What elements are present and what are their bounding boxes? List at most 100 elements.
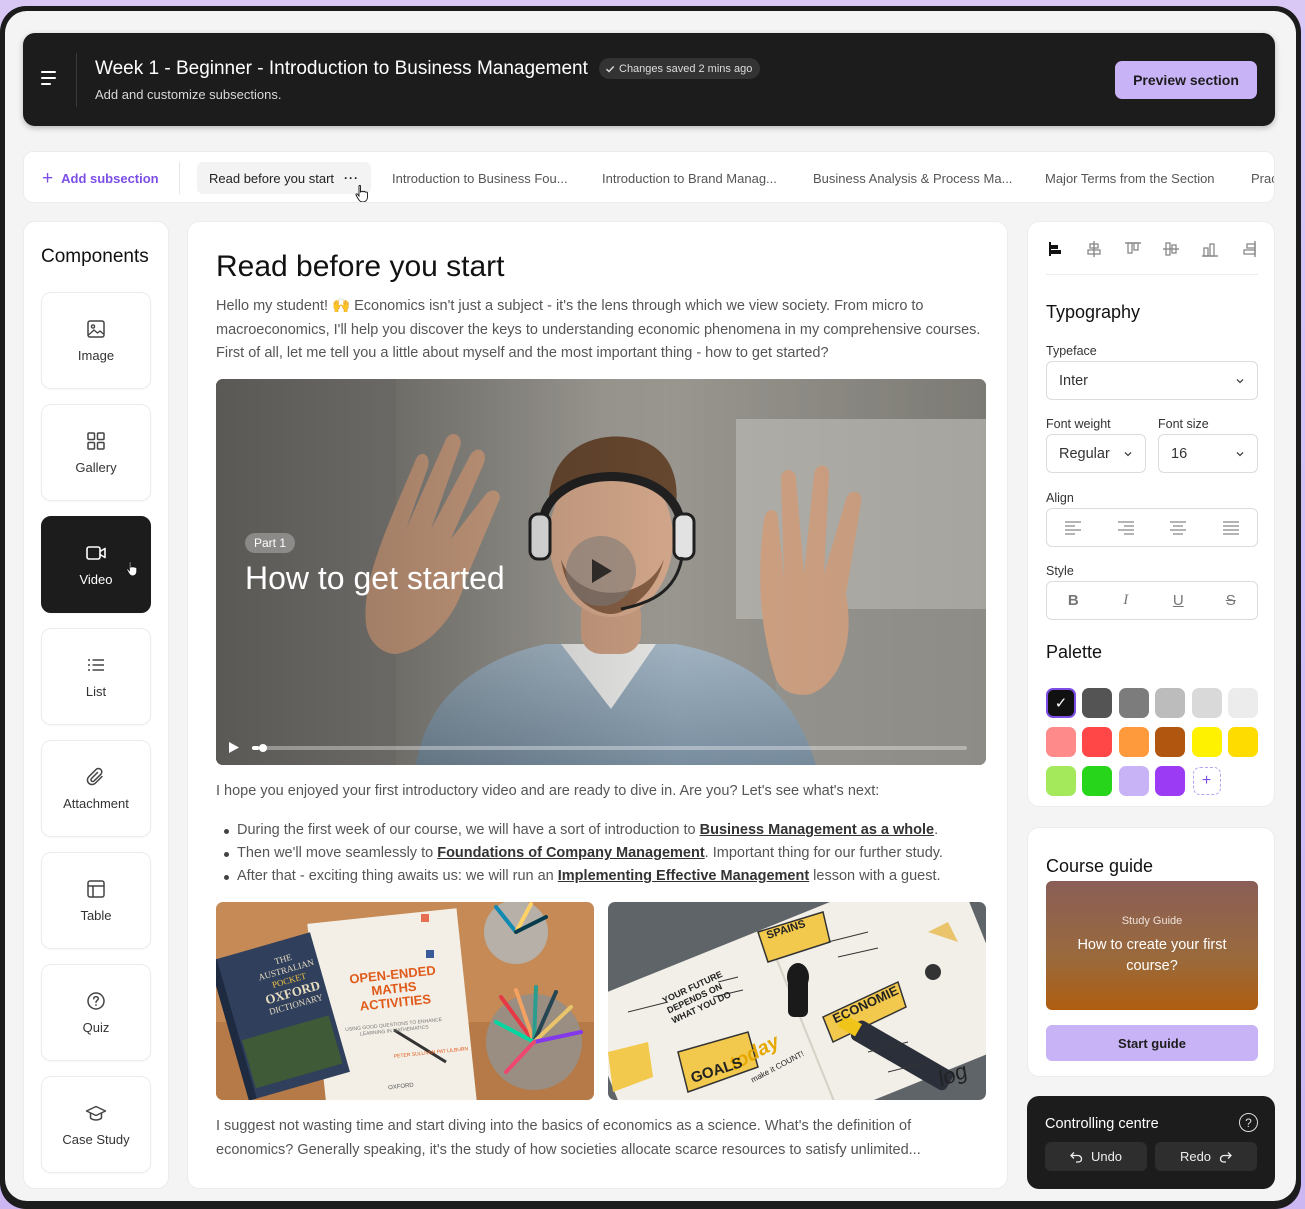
controlling-centre-title: Controlling centre bbox=[1045, 1116, 1159, 1132]
section-heading[interactable]: Read before you start bbox=[216, 250, 505, 284]
chevron-down-icon bbox=[1124, 451, 1132, 456]
hamburger-menu-icon[interactable] bbox=[37, 63, 67, 93]
tab-business-analysis[interactable]: Business Analysis & Process Ma... bbox=[813, 162, 1012, 194]
undo-button[interactable]: Undo bbox=[1045, 1142, 1147, 1171]
after-video-paragraph[interactable]: I hope you enjoyed your first introducto… bbox=[216, 780, 986, 804]
text-align-center-icon[interactable] bbox=[1169, 520, 1187, 535]
tab-read-before-you-start[interactable]: Read before you start ··· bbox=[197, 162, 372, 194]
component-list[interactable]: List bbox=[41, 628, 151, 725]
hand-cursor-icon bbox=[355, 185, 368, 202]
font-size-label: Font size bbox=[1158, 417, 1209, 431]
component-attachment[interactable]: Attachment bbox=[41, 740, 151, 837]
list-item[interactable]: During the first week of our course, we … bbox=[221, 819, 943, 842]
component-table[interactable]: Table bbox=[41, 852, 151, 949]
link-foundations-company[interactable]: Foundations of Company Management bbox=[437, 845, 704, 861]
intro-paragraph[interactable]: Hello my student! 🙌 Economics isn't just… bbox=[216, 295, 986, 366]
text-align-right-icon[interactable] bbox=[1117, 520, 1135, 535]
strikethrough-button[interactable]: S bbox=[1219, 592, 1243, 609]
color-swatch[interactable] bbox=[1118, 688, 1149, 718]
typeface-label: Typeface bbox=[1046, 344, 1097, 358]
header-bar: Week 1 - Beginner - Introduction to Busi… bbox=[23, 33, 1275, 126]
tab-label: Major Terms from the Section bbox=[1045, 170, 1215, 186]
preview-section-button[interactable]: Preview section bbox=[1115, 61, 1257, 99]
redo-button[interactable]: Redo bbox=[1155, 1142, 1257, 1171]
next-steps-list: During the first week of our course, we … bbox=[221, 819, 943, 888]
more-options-icon[interactable]: ··· bbox=[344, 171, 359, 185]
device-frame: Week 1 - Beginner - Introduction to Busi… bbox=[0, 6, 1301, 1209]
component-label: Attachment bbox=[63, 796, 129, 811]
link-implementing-management[interactable]: Implementing Effective Management bbox=[558, 868, 809, 884]
component-label: Image bbox=[77, 348, 115, 363]
align-center-vertical-icon[interactable] bbox=[1085, 240, 1103, 258]
color-swatch[interactable] bbox=[1082, 688, 1113, 718]
graduation-cap-icon bbox=[85, 1105, 107, 1121]
align-bottom-icon[interactable] bbox=[1201, 240, 1219, 258]
component-video[interactable]: Video bbox=[41, 516, 151, 613]
text-align-left-icon[interactable] bbox=[1064, 520, 1082, 535]
font-weight-select[interactable]: Regular bbox=[1046, 434, 1146, 473]
font-size-select[interactable]: 16 bbox=[1158, 434, 1258, 473]
tab-practice[interactable]: Prac bbox=[1251, 162, 1274, 194]
component-gallery[interactable]: Gallery bbox=[41, 404, 151, 501]
play-button[interactable] bbox=[566, 536, 636, 606]
redo-icon bbox=[1219, 1151, 1232, 1163]
start-guide-button[interactable]: Start guide bbox=[1046, 1025, 1258, 1061]
video-progress-track[interactable] bbox=[252, 744, 967, 752]
color-swatch[interactable] bbox=[1191, 688, 1222, 718]
tab-introduction-business[interactable]: Introduction to Business Fou... bbox=[392, 162, 568, 194]
tab-introduction-brand[interactable]: Introduction to Brand Manag... bbox=[602, 162, 777, 194]
tab-major-terms[interactable]: Major Terms from the Section bbox=[1045, 162, 1215, 194]
align-top-icon[interactable] bbox=[1124, 240, 1142, 258]
color-swatch[interactable] bbox=[1155, 766, 1186, 796]
tabs-divider bbox=[179, 162, 180, 194]
closing-paragraph[interactable]: I suggest not wasting time and start div… bbox=[216, 1115, 986, 1162]
typeface-select[interactable]: Inter bbox=[1046, 361, 1258, 400]
color-swatch[interactable] bbox=[1046, 727, 1076, 757]
color-swatch[interactable] bbox=[1082, 766, 1113, 796]
color-swatch[interactable] bbox=[1046, 766, 1076, 796]
video-icon bbox=[86, 546, 106, 560]
image-notebook[interactable]: SPAINS YOUR FUTURE DEPENDS ON WHAT YOU D… bbox=[608, 902, 986, 1100]
color-swatch[interactable] bbox=[1191, 727, 1222, 757]
color-swatch[interactable] bbox=[1118, 766, 1149, 796]
bullet-text: After that - exciting thing awaits us: w… bbox=[237, 868, 558, 884]
link-business-management[interactable]: Business Management as a whole bbox=[700, 822, 935, 838]
small-play-icon[interactable] bbox=[228, 741, 240, 754]
add-color-button[interactable]: + bbox=[1192, 767, 1221, 795]
color-swatch[interactable] bbox=[1155, 688, 1186, 718]
guide-card-title: How to create your first course? bbox=[1077, 937, 1227, 974]
align-right-block-icon[interactable] bbox=[1240, 240, 1258, 258]
help-icon[interactable]: ? bbox=[1239, 1113, 1258, 1132]
component-quiz[interactable]: Quiz bbox=[41, 964, 151, 1061]
image-books[interactable]: THE AUSTRALIAN POCKET OXFORD DICTIONARY … bbox=[216, 902, 594, 1100]
list-item[interactable]: After that - exciting thing awaits us: w… bbox=[221, 865, 943, 888]
chevron-down-icon bbox=[1236, 378, 1244, 383]
align-middle-icon[interactable] bbox=[1162, 240, 1180, 258]
component-case-study[interactable]: Case Study bbox=[41, 1076, 151, 1173]
video-player[interactable]: Part 1 How to get started bbox=[216, 379, 986, 765]
text-align-justify-icon[interactable] bbox=[1222, 520, 1240, 535]
header-divider bbox=[76, 53, 77, 107]
undo-label: Undo bbox=[1090, 1149, 1123, 1164]
app-screen: Week 1 - Beginner - Introduction to Busi… bbox=[5, 11, 1296, 1201]
align-left-block-icon[interactable] bbox=[1046, 240, 1064, 258]
component-label: Gallery bbox=[75, 460, 117, 475]
guide-card[interactable]: Study Guide How to create your first cou… bbox=[1046, 881, 1258, 1010]
underline-button[interactable]: U bbox=[1166, 592, 1190, 609]
color-swatch[interactable] bbox=[1082, 727, 1113, 757]
color-swatch[interactable] bbox=[1118, 727, 1149, 757]
component-image[interactable]: Image bbox=[41, 292, 151, 389]
palette-swatches: ✓ + bbox=[1046, 688, 1258, 796]
color-swatch[interactable]: ✓ bbox=[1046, 688, 1076, 718]
add-subsection-button[interactable]: + Add subsection bbox=[42, 152, 159, 202]
course-guide-title: Course guide bbox=[1046, 856, 1154, 876]
font-size-value: 16 bbox=[1171, 445, 1188, 462]
color-swatch[interactable] bbox=[1155, 727, 1186, 757]
color-swatch[interactable] bbox=[1227, 688, 1258, 718]
italic-button[interactable]: I bbox=[1114, 592, 1138, 609]
add-subsection-label: Add subsection bbox=[61, 170, 159, 186]
style-label: Style bbox=[1046, 564, 1074, 578]
bold-button[interactable]: B bbox=[1061, 592, 1085, 609]
list-item[interactable]: Then we'll move seamlessly to Foundation… bbox=[221, 842, 943, 865]
color-swatch[interactable] bbox=[1227, 727, 1258, 757]
